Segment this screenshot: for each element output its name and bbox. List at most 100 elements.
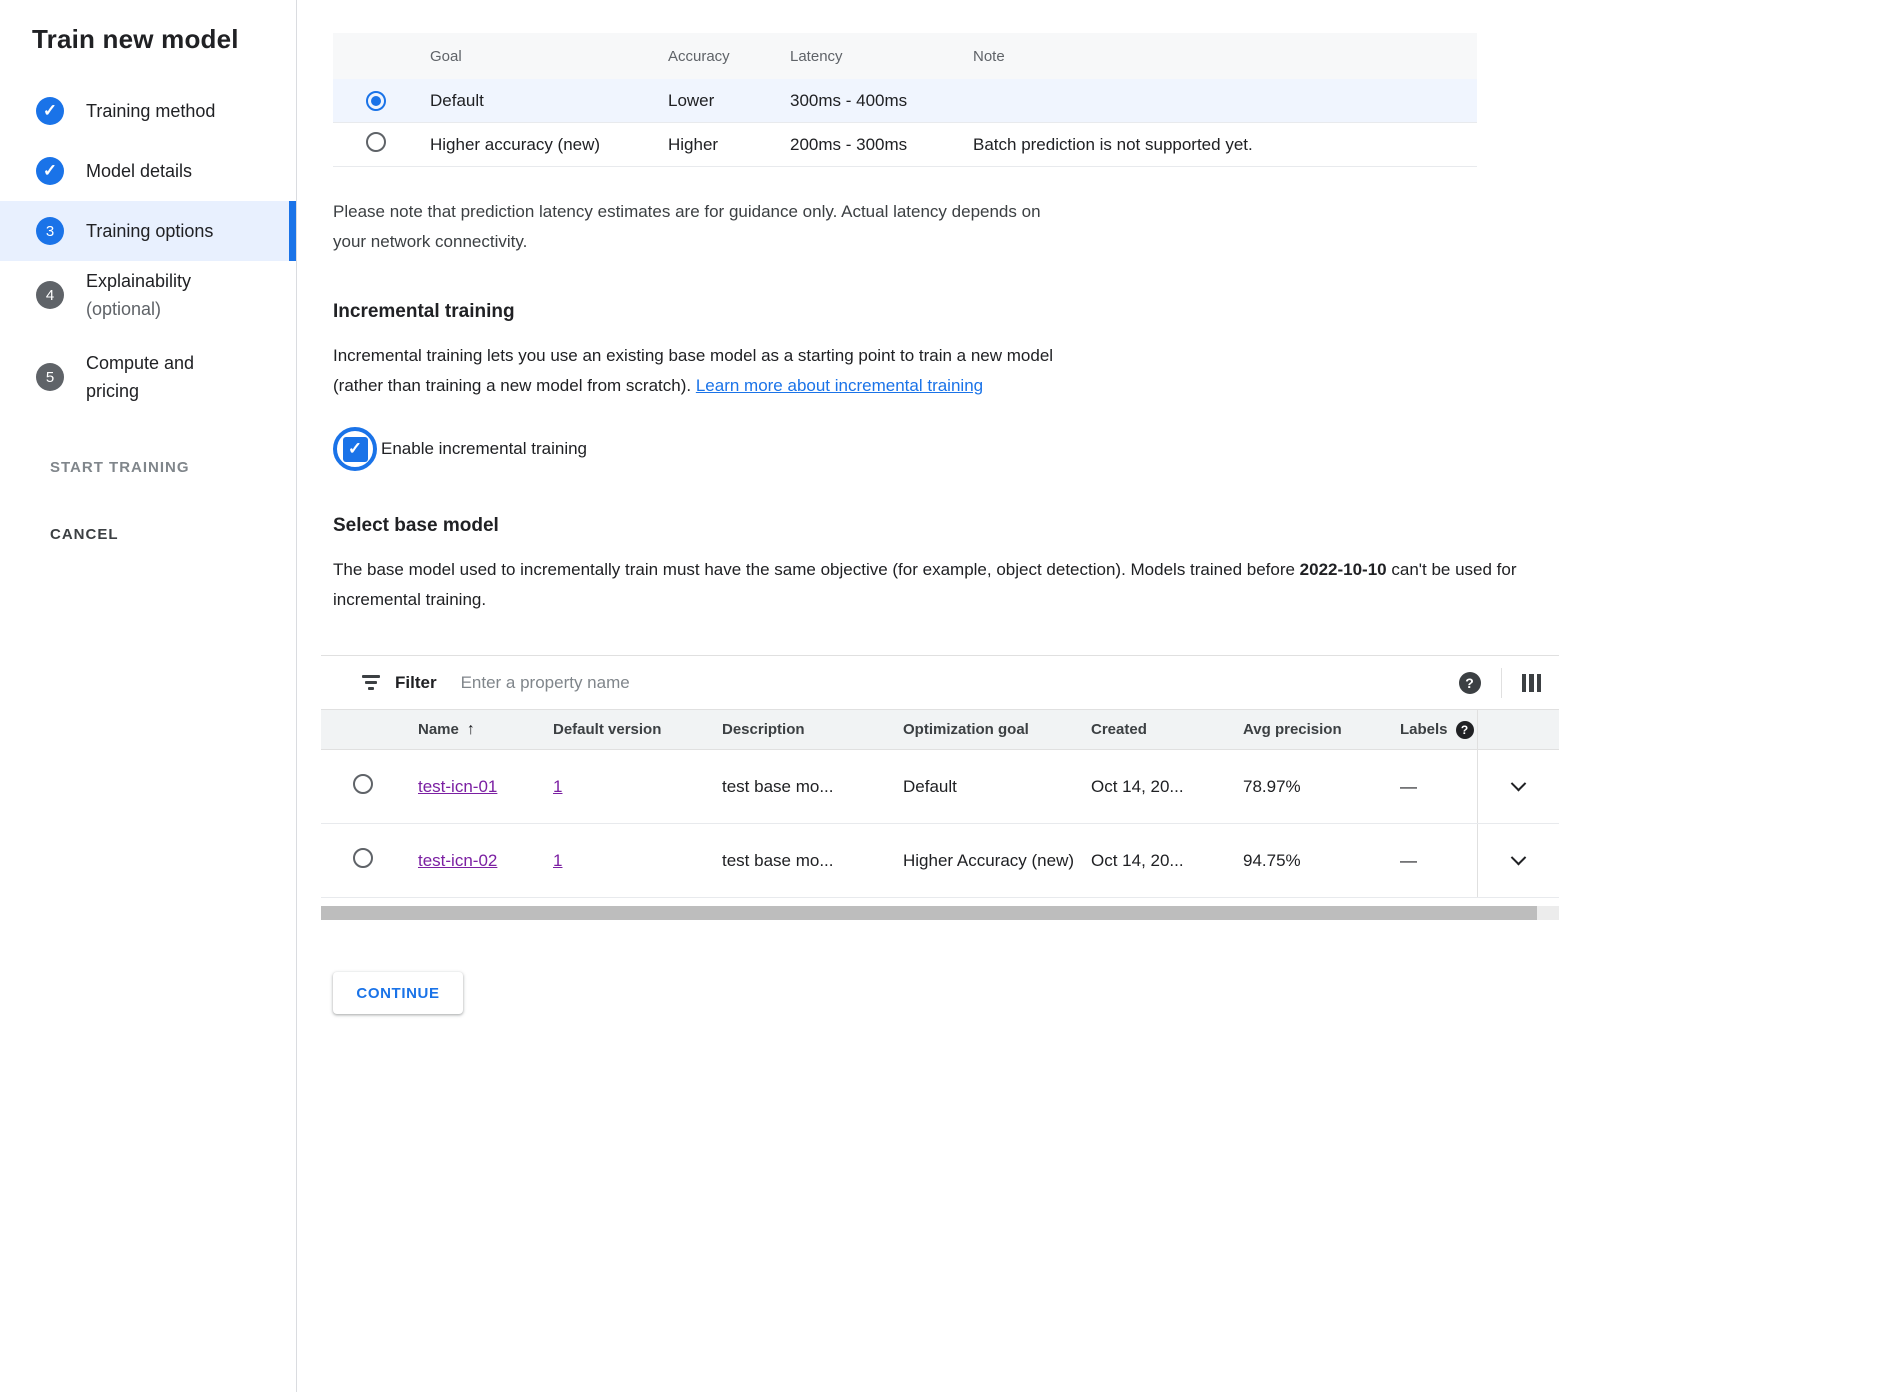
model-header-created: Created <box>1091 721 1243 738</box>
base-model-description: The base model used to incrementally tra… <box>333 555 1545 615</box>
train-new-model-page: Train new model ✓ Training method ✓ Mode… <box>0 0 1896 1392</box>
labels-help-icon[interactable]: ? <box>1456 721 1474 739</box>
horizontal-scrollbar-thumb[interactable] <box>321 906 1537 920</box>
filter-icon[interactable] <box>361 675 381 690</box>
expand-row-chevron-icon[interactable] <box>1511 776 1527 792</box>
note-cell: Batch prediction is not supported yet. <box>973 135 1477 155</box>
model-test-icn-01-radio[interactable] <box>353 774 373 794</box>
name-cell: test-icn-01 <box>418 773 553 801</box>
model-header-avg-precision: Avg precision <box>1243 721 1400 738</box>
model-header-name-label: Name <box>418 721 459 738</box>
accuracy-cell: Higher <box>668 135 790 155</box>
learn-more-link[interactable]: Learn more about incremental training <box>696 376 983 395</box>
step-number-icon: 5 <box>36 363 64 391</box>
step-number-icon: 4 <box>36 281 64 309</box>
description-cell: test base mo... <box>722 773 903 801</box>
description-cell: test base mo... <box>722 847 903 875</box>
filter-divider <box>1501 668 1502 698</box>
goal-header-latency: Latency <box>790 48 973 65</box>
cancel-button[interactable]: CANCEL <box>50 526 296 543</box>
goal-table-header: Goal Accuracy Latency Note <box>333 33 1477 79</box>
model-header-description: Description <box>722 721 903 738</box>
model-name-link[interactable]: test-icn-01 <box>418 774 497 800</box>
sidebar-step-training-options[interactable]: 3 Training options <box>0 201 296 261</box>
step-completed-check-icon: ✓ <box>36 157 64 185</box>
goal-header-note: Note <box>973 48 1477 65</box>
filter-input[interactable] <box>461 673 1459 693</box>
version-cell: 1 <box>553 773 722 801</box>
model-header-labels-label: Labels <box>1400 721 1448 738</box>
goal-row-default[interactable]: Default Lower 300ms - 400ms <box>333 79 1477 123</box>
latency-cell: 300ms - 400ms <box>790 91 973 111</box>
goal-header-accuracy: Accuracy <box>668 48 790 65</box>
sidebar: Train new model ✓ Training method ✓ Mode… <box>0 0 297 1392</box>
model-version-link[interactable]: 1 <box>553 777 562 796</box>
continue-button[interactable]: CONTINUE <box>333 972 463 1014</box>
step-label: Compute and pricing <box>86 349 236 405</box>
enable-incremental-training-checkbox[interactable]: ✓ <box>343 437 368 462</box>
step-label: Explainability (optional) <box>86 267 191 323</box>
expand-row-cell <box>1477 824 1559 897</box>
column-display-options-icon[interactable] <box>1522 674 1542 692</box>
filter-bar: Filter ? <box>321 656 1559 710</box>
sidebar-step-model-details[interactable]: ✓ Model details <box>0 141 296 201</box>
model-header-labels: Labels ? <box>1400 721 1477 739</box>
expand-row-chevron-icon[interactable] <box>1511 850 1527 866</box>
enable-incremental-training-row: ✓ Enable incremental training <box>333 427 1896 471</box>
step-nav: ✓ Training method ✓ Model details 3 Trai… <box>0 81 296 411</box>
goal-default-radio[interactable] <box>366 91 386 111</box>
created-cell: Oct 14, 20... <box>1091 847 1243 875</box>
goal-cell: Default <box>430 91 668 111</box>
latency-cell: 200ms - 300ms <box>790 135 973 155</box>
name-cell: test-icn-02 <box>418 847 553 875</box>
expand-row-cell <box>1477 750 1559 823</box>
step-completed-check-icon: ✓ <box>36 97 64 125</box>
filter-label: Filter <box>395 673 437 693</box>
optimization-goal-cell: Higher Accuracy (new) <box>903 847 1091 875</box>
step-sublabel: (optional) <box>86 299 161 319</box>
labels-cell: — <box>1400 773 1477 801</box>
filter-help-icon[interactable]: ? <box>1459 672 1481 694</box>
base-model-description-before: The base model used to incrementally tra… <box>333 560 1300 579</box>
avg-precision-cell: 78.97% <box>1243 773 1400 801</box>
model-row-test-icn-01[interactable]: test-icn-01 1 test base mo... Default Oc… <box>321 750 1559 824</box>
step-label: Training options <box>86 217 213 245</box>
model-test-icn-02-radio[interactable] <box>353 848 373 868</box>
goal-higher-accuracy-radio[interactable] <box>366 132 386 152</box>
latency-disclaimer: Please note that prediction latency esti… <box>333 197 1063 257</box>
step-label-text: Explainability <box>86 271 191 291</box>
labels-cell: — <box>1400 847 1477 875</box>
model-version-link[interactable]: 1 <box>553 851 562 870</box>
checkbox-focus-ring: ✓ <box>333 427 377 471</box>
radio-cell <box>321 774 418 799</box>
incremental-training-heading: Incremental training <box>333 301 1896 323</box>
avg-precision-cell: 94.75% <box>1243 847 1400 875</box>
step-label: Training method <box>86 97 215 125</box>
sidebar-step-compute-pricing[interactable]: 5 Compute and pricing <box>0 343 296 411</box>
radio-cell <box>333 132 430 157</box>
model-row-test-icn-02[interactable]: test-icn-02 1 test base mo... Higher Acc… <box>321 824 1559 898</box>
sidebar-step-explainability[interactable]: 4 Explainability (optional) <box>0 261 296 329</box>
model-name-link[interactable]: test-icn-02 <box>418 848 497 874</box>
goal-cell: Higher accuracy (new) <box>430 135 668 155</box>
model-table-header: Name ↑ Default version Description Optim… <box>321 710 1559 750</box>
step-number-icon: 3 <box>36 217 64 245</box>
base-model-cutoff-date: 2022-10-10 <box>1300 560 1387 579</box>
accuracy-cell: Lower <box>668 91 790 111</box>
enable-incremental-training-label: Enable incremental training <box>381 439 587 459</box>
sidebar-step-training-method[interactable]: ✓ Training method <box>0 81 296 141</box>
optimization-goal-cell: Default <box>903 773 1091 801</box>
goal-row-higher-accuracy[interactable]: Higher accuracy (new) Higher 200ms - 300… <box>333 123 1477 167</box>
sort-ascending-icon[interactable]: ↑ <box>467 721 475 739</box>
goal-table: Goal Accuracy Latency Note Default Lower… <box>333 33 1477 167</box>
goal-header-goal: Goal <box>430 48 668 65</box>
radio-cell <box>321 848 418 873</box>
select-base-model-heading: Select base model <box>333 515 1896 537</box>
radio-cell <box>333 91 430 111</box>
start-training-button[interactable]: START TRAINING <box>50 459 296 476</box>
base-model-table-block: Filter ? Name ↑ Default version Descript… <box>321 655 1559 898</box>
step-label: Model details <box>86 157 192 185</box>
horizontal-scrollbar-track <box>321 906 1559 920</box>
version-cell: 1 <box>553 847 722 875</box>
model-header-name: Name ↑ <box>418 721 553 739</box>
